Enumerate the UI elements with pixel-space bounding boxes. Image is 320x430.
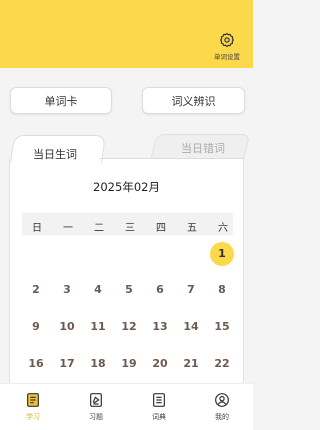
calendar-day[interactable]: 17: [55, 353, 79, 375]
calendar-day[interactable]: 18: [86, 353, 110, 375]
calendar-day[interactable]: 4: [86, 279, 110, 301]
calendar-day[interactable]: 8: [210, 279, 234, 301]
bottom-tab-bar: 学习 习题 词典 我的: [0, 383, 253, 430]
calendar-day[interactable]: 9: [24, 316, 48, 338]
calendar-day[interactable]: 15: [210, 316, 234, 338]
calendar-day[interactable]: 2: [24, 279, 48, 301]
nav-dictionary-label: 词典: [152, 413, 166, 421]
calendar-day[interactable]: 21: [179, 353, 203, 375]
top-bar: 单词设置: [0, 0, 253, 68]
weekday-thu: 四: [156, 223, 166, 234]
calendar-day[interactable]: 11: [86, 316, 110, 338]
synonym-button[interactable]: 词义辨识: [142, 87, 245, 114]
profile-icon: [215, 393, 229, 407]
weekday-fri: 五: [187, 223, 197, 234]
nav-dictionary[interactable]: 词典: [134, 392, 184, 422]
nav-exercises[interactable]: 习题: [71, 392, 121, 422]
calendar-day[interactable]: 6: [148, 279, 172, 301]
nav-study-label: 学习: [26, 413, 40, 421]
month-title: 2025年02月: [93, 180, 160, 194]
settings-label: 单词设置: [214, 53, 240, 61]
calendar-day[interactable]: 13: [148, 316, 172, 338]
tab-daily-mistakes-label[interactable]: 当日错词: [168, 140, 238, 156]
calendar-day[interactable]: 19: [117, 353, 141, 375]
calendar-day[interactable]: 7: [179, 279, 203, 301]
calendar-day[interactable]: 14: [179, 316, 203, 338]
nav-study[interactable]: 学习: [8, 392, 58, 422]
flashcard-button[interactable]: 单词卡: [10, 87, 112, 114]
calendar-day[interactable]: 22: [210, 353, 234, 375]
exercise-icon: [90, 393, 102, 407]
word-settings-button[interactable]: 单词设置: [207, 32, 247, 66]
calendar-day[interactable]: 12: [117, 316, 141, 338]
calendar-day-selected[interactable]: 1: [210, 242, 234, 266]
weekday-tue: 二: [94, 223, 104, 234]
weekday-wed: 三: [125, 223, 135, 234]
tab-divider: [100, 158, 244, 159]
calendar-day[interactable]: 20: [148, 353, 172, 375]
nav-exercises-label: 习题: [89, 413, 103, 421]
weekday-sun: 日: [32, 223, 42, 234]
nav-profile[interactable]: 我的: [197, 392, 247, 422]
calendar-day[interactable]: 3: [55, 279, 79, 301]
calendar-day[interactable]: 5: [117, 279, 141, 301]
weekday-sat: 六: [218, 223, 228, 234]
tab-daily-new-words-label[interactable]: 当日生词: [22, 146, 88, 162]
gear-icon: [219, 32, 235, 48]
book-icon: [27, 393, 39, 407]
calendar-day[interactable]: 16: [24, 353, 48, 375]
nav-profile-label: 我的: [215, 413, 229, 421]
calendar-day[interactable]: 10: [55, 316, 79, 338]
weekday-mon: 一: [63, 223, 73, 234]
dictionary-icon: [153, 393, 165, 407]
